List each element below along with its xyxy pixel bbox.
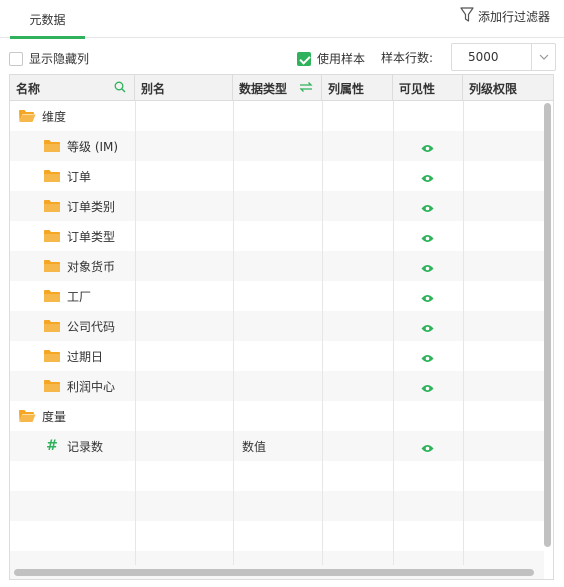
sample-rows-value: 5000 [468, 50, 499, 64]
add-row-filter-button[interactable]: 添加行过滤器 [460, 6, 550, 26]
eye-icon[interactable] [421, 292, 434, 306]
tab-metadata-label: 元数据 [29, 12, 66, 27]
top-bar: 元数据 添加行过滤器 [0, 0, 564, 39]
vertical-scrollbar[interactable] [544, 103, 551, 547]
folder-icon [43, 199, 61, 213]
row-name-label: 过期日 [67, 349, 104, 364]
column-divider [393, 101, 394, 565]
eye-icon[interactable] [421, 142, 434, 156]
use-sample-checkbox-box[interactable] [297, 51, 311, 66]
folder-icon [43, 229, 61, 243]
column-header-column-permission[interactable]: 列级权限 [463, 75, 553, 101]
row-name-cell: 度量 [18, 401, 66, 431]
row-name-cell: 公司代码 [43, 311, 115, 341]
eye-icon[interactable] [421, 382, 434, 396]
folder-open-icon [18, 409, 36, 423]
eye-icon[interactable] [421, 322, 434, 336]
folder-open-icon [18, 109, 36, 123]
column-divider [233, 101, 234, 565]
grid-header: 名称 别名 数据类型 列属性 可见性 列级权限 [10, 75, 553, 101]
row-name-label: 对象货币 [67, 259, 116, 274]
row-name-cell: 订单类型 [43, 221, 115, 251]
column-header-visibility[interactable]: 可见性 [393, 75, 463, 101]
folder-icon [43, 349, 61, 363]
measure-hash-icon: # [46, 438, 58, 454]
filter-icon [460, 6, 474, 26]
use-sample-checkbox[interactable]: 使用样本 [297, 50, 365, 67]
row-name-label: 等级 (IM) [67, 139, 119, 154]
folder-icon [43, 139, 61, 153]
folder-icon [43, 379, 61, 393]
row-name-cell: # 记录数 [43, 431, 103, 461]
row-name-cell: 对象货币 [43, 251, 115, 281]
eye-icon[interactable] [421, 262, 434, 276]
show-hidden-checkbox-box[interactable] [9, 51, 23, 66]
row-name-cell: 维度 [18, 101, 66, 131]
eye-icon[interactable] [421, 172, 434, 186]
column-header-data-type-label: 数据类型 [239, 81, 288, 96]
folder-icon [43, 169, 61, 183]
swap-icon[interactable] [299, 81, 313, 96]
row-name-cell: 利润中心 [43, 371, 115, 401]
column-header-alias-label: 别名 [141, 81, 166, 96]
folder-icon [43, 289, 61, 303]
row-name-label: 公司代码 [67, 319, 116, 334]
show-hidden-columns-checkbox[interactable]: 显示隐藏列 [9, 50, 89, 67]
horizontal-scrollbar[interactable] [14, 569, 534, 576]
options-bar: 显示隐藏列 使用样本 样本行数: 5000 [0, 42, 564, 72]
column-header-data-type[interactable]: 数据类型 [233, 75, 322, 101]
row-name-label: 工厂 [67, 289, 92, 304]
tab-metadata[interactable]: 元数据 [10, 0, 85, 39]
folder-icon [43, 319, 61, 333]
row-name-cell: 过期日 [43, 341, 103, 371]
use-sample-label: 使用样本 [317, 52, 366, 66]
row-name-label: 度量 [42, 409, 67, 424]
row-name-label: 维度 [42, 109, 67, 124]
row-name-label: 利润中心 [67, 379, 116, 394]
row-name-label: 记录数 [67, 439, 104, 454]
row-name-cell: 工厂 [43, 281, 91, 311]
column-header-name-label: 名称 [16, 81, 41, 96]
metadata-grid: 名称 别名 数据类型 列属性 可见性 列级权限 维度 等级 (IM) 订单订单类别订… [9, 74, 554, 580]
column-header-alias[interactable]: 别名 [135, 75, 233, 101]
row-name-label: 订单 [67, 169, 92, 184]
chevron-down-icon[interactable] [531, 44, 555, 70]
row-name-label: 订单类型 [67, 229, 116, 244]
column-divider [463, 101, 464, 565]
row-data-type: 数值 [242, 439, 267, 454]
column-header-name[interactable]: 名称 [10, 75, 135, 101]
sample-rows-label: 样本行数: [381, 51, 434, 65]
eye-icon[interactable] [421, 232, 434, 246]
column-header-column-attribute-label: 列属性 [328, 81, 365, 96]
column-header-visibility-label: 可见性 [399, 81, 436, 96]
row-name-cell: 等级 (IM) [43, 131, 118, 161]
row-name-cell: 订单类别 [43, 191, 115, 221]
show-hidden-label: 显示隐藏列 [29, 52, 90, 66]
row-name-label: 订单类别 [67, 199, 116, 214]
column-header-column-attribute[interactable]: 列属性 [322, 75, 393, 101]
eye-icon[interactable] [421, 352, 434, 366]
row-name-cell: 订单 [43, 161, 91, 191]
column-divider [135, 101, 136, 565]
sample-rows-select[interactable]: 5000 [451, 43, 556, 71]
column-divider [322, 101, 323, 565]
eye-icon[interactable] [421, 202, 434, 216]
search-icon[interactable] [114, 81, 126, 96]
folder-icon [43, 259, 61, 273]
eye-icon[interactable] [421, 442, 434, 456]
add-row-filter-label: 添加行过滤器 [477, 9, 550, 24]
column-header-column-permission-label: 列级权限 [469, 81, 518, 96]
